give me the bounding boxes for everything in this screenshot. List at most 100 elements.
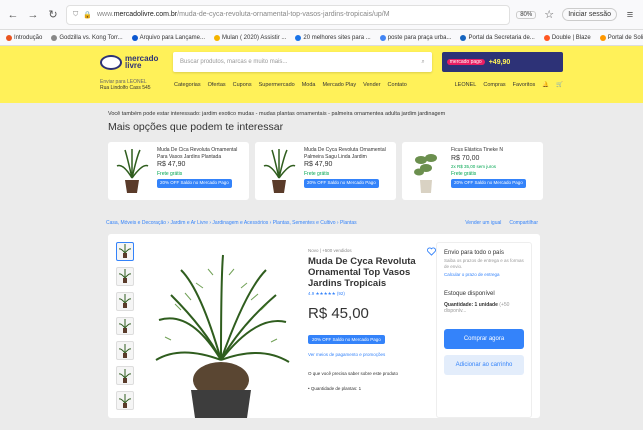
cycad-plant-icon [113,147,151,195]
breadcrumb[interactable]: Casa, Móveis e Decoração › Jardim e Ar L… [106,220,357,226]
user-menu[interactable]: LEONEL [455,82,477,88]
address-bar[interactable]: ⛉ 🔒 www.mercadolivre.com.br/muda-de-cyca… [66,4,511,25]
category-link[interactable]: Vender [363,82,380,88]
reload-icon[interactable]: ↻ [46,8,60,22]
bookmark-label: Double | Blaze [551,34,591,41]
thumbnail-image[interactable] [116,366,134,386]
stock-status: Estoque disponível [444,291,495,297]
bookmark-item[interactable]: Introdução [6,34,43,41]
share-link[interactable]: Compartilhar [509,220,538,226]
bookmark-label: Portal da Secretaria de... [468,34,535,41]
product-condition: Novo | +500 vendidos [308,248,352,253]
category-link[interactable]: Mercado Play [322,82,356,88]
bookmark-item[interactable]: Arquivo para Lançame... [131,34,205,41]
favorite-heart-icon[interactable] [427,247,436,256]
back-arrow-icon[interactable]: ← [6,8,20,22]
handshake-logo-icon [100,54,122,70]
mercadolivre-logo[interactable]: mercado livre [100,54,163,70]
bookmark-favicon-icon [214,34,220,41]
product-spec: • Quantidade de plantas: 1 [308,386,362,391]
category-link[interactable]: Cupons [233,82,252,88]
product-price: R$ 45,00 [308,305,369,322]
thumbnail-image[interactable] [116,266,134,286]
card-badge: 20% OFF Saldo no Mercado Pago [304,179,379,188]
forward-arrow-icon[interactable]: → [26,8,40,22]
add-to-cart-button[interactable]: Adicionar ao carrinho [444,355,524,375]
bookmark-favicon-icon [6,34,12,41]
browser-toolbar: ← → ↻ ⛉ 🔒 www.mercadolivre.com.br/muda-d… [0,0,643,30]
card-price: R$ 70,00 [451,154,480,162]
discount-badge: 20% OFF Saldo no Mercado Pago [308,335,385,344]
thumbnail-image[interactable] [116,242,134,261]
bookmark-item[interactable]: Portal da Secretaria de... [460,34,535,41]
bookmark-label: poste para praça urba... [387,34,452,41]
search-icon[interactable]: ⌕ [421,59,424,66]
category-link[interactable]: Moda [302,82,316,88]
delivery-location[interactable]: Enviar para LEONEL Rua Lindolfo Cass 545 [100,79,168,91]
promo-banner[interactable]: mercado pago +49,90 [441,52,563,72]
menu-icon[interactable]: ≡ [623,8,637,22]
thumbnail-image[interactable] [116,391,134,411]
calc-delivery-link[interactable]: Calcular o prazo de entrega [444,272,524,277]
recommendation-cards: Muda De Cica Revoluta Ornamental Para Va… [108,142,643,200]
bookmark-label: Arquivo para Lançame... [139,34,205,41]
search-input[interactable]: Buscar produtos, marcas e muito mais... … [173,52,432,72]
favorites-link[interactable]: Favoritos [513,82,536,88]
quantity-selector[interactable]: Quantidade: 1 unidade (+50 disponív... [444,302,524,314]
bookmark-star-icon[interactable]: ☆ [542,8,556,22]
card-badge: 20% OFF Saldo no Mercado Pago [451,179,526,188]
logo-text-2: livre [125,61,142,70]
bookmark-item[interactable]: Godzilla vs. Kong Torr... [51,34,123,41]
bell-icon[interactable]: 🔔 [542,82,549,88]
card-shipping: Frete grátis [157,170,183,177]
category-link[interactable]: Ofertas [208,82,226,88]
thumbnail-image[interactable] [116,316,134,336]
card-badge: 20% OFF Saldo no Mercado Pago [157,179,232,188]
card-price: R$ 47,90 [304,161,333,168]
cart-icon[interactable]: 🛒 [556,82,563,88]
card-title: Muda De Cica Revoluta Ornamental Para Va… [157,147,238,160]
product-panel: Novo | +500 vendidos Muda De Cyca Revolu… [108,234,540,418]
cycad-plant-icon [260,147,298,195]
payment-options-link[interactable]: Ver meios de pagamento e promoções [308,352,436,357]
thumbnail-list [116,242,136,411]
promo-tag: mercado pago [446,59,485,65]
signin-button[interactable]: Iniciar sessão [562,8,617,21]
url-domain: mercadolivre.com.br [113,11,178,18]
recommendation-card[interactable]: Muda De Cyca Revoluta Ornamental Palmeir… [255,142,396,200]
bookmark-item[interactable]: 20 melhores sites para ... [295,34,371,41]
product-info-heading: O que você precisa saber sobre este prod… [308,371,399,376]
bookmark-label: Mulan ( 2020) Assistir ... [222,34,287,41]
bookmark-favicon-icon [131,34,138,41]
category-link[interactable]: Contato [388,82,407,88]
product-title: Muda De Cyca Revoluta Ornamental Top Vas… [308,256,416,289]
buy-box: Envio para todo o país Saiba os prazos d… [436,242,532,418]
recommendation-card[interactable]: Ficus Elástica Tineke N R$ 70,00 2x R$ 35,… [402,142,543,200]
bookmark-item[interactable]: poste para praça urba... [379,34,452,41]
bookmark-favicon-icon [379,34,386,41]
card-shipping: Frete grátis [304,170,330,177]
thumbnail-image[interactable] [116,341,134,361]
product-rating[interactable]: 4.9 ★★★★★ (92) [308,291,436,297]
buy-now-button[interactable]: Comprar agora [444,329,524,349]
bookmark-item[interactable]: Portal de Solicitações [599,34,643,41]
lock-icon: 🔒 [83,11,92,19]
purchases-link[interactable]: Compras [483,82,505,88]
category-nav: Categorias Ofertas Cupons Supermercado Moda M… [174,82,449,88]
bookmark-item[interactable]: Double | Blaze [543,34,591,41]
sell-similar-link[interactable]: Vender um igual [465,220,501,226]
recommendation-card[interactable]: Muda De Cica Revoluta Ornamental Para Va… [108,142,249,200]
category-link[interactable]: Categorias [174,82,201,88]
bookmark-item[interactable]: Mulan ( 2020) Assistir ... [214,34,287,41]
main-product-image[interactable] [146,242,296,418]
bookmark-label: 20 melhores sites para ... [303,34,371,41]
zoom-level[interactable]: 80% [516,10,537,19]
shipping-title: Envio para todo o país [444,250,505,256]
thumbnail-image[interactable] [116,291,134,311]
card-title: Muda De Cyca Revoluta Ornamental Palmeir… [304,147,386,160]
section-title: Mais opções que podem te interessar [108,121,284,133]
url-path: /muda-de-cyca-revoluta-ornamental-top-va… [177,11,390,18]
category-link[interactable]: Supermercado [259,82,295,88]
bookmark-label: Introdução [14,34,43,41]
related-searches: Você também pode estar interessado: jard… [108,111,446,117]
